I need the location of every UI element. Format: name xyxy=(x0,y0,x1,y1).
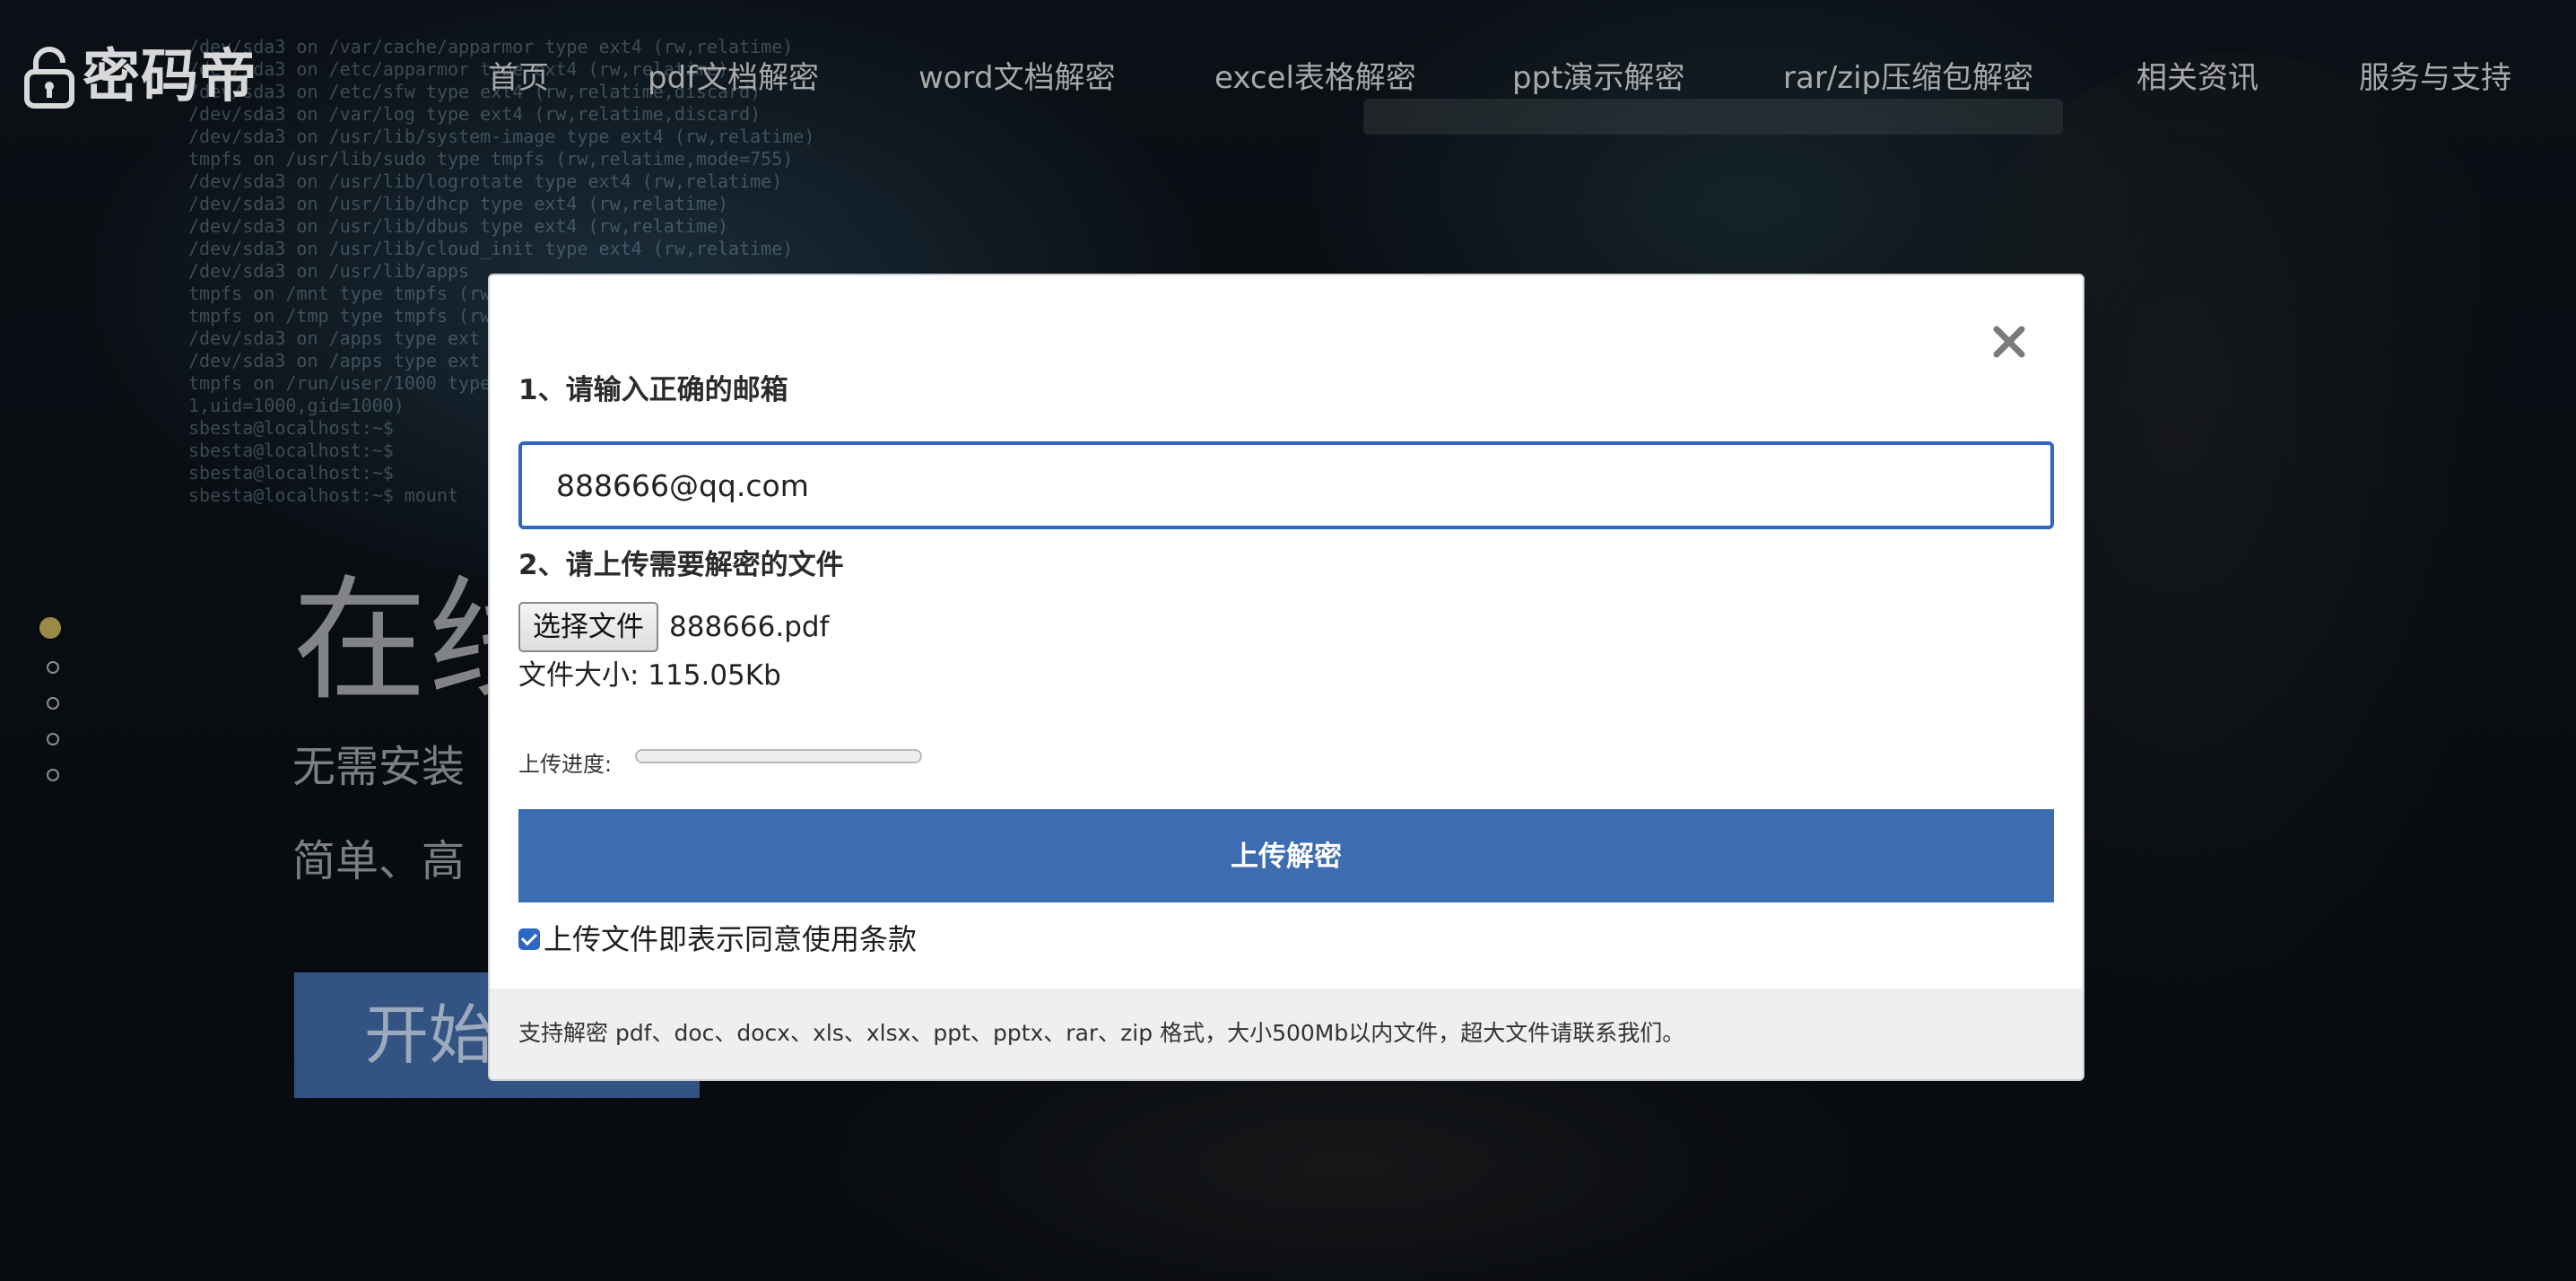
carousel-dot-2[interactable] xyxy=(47,661,59,674)
terms-checkbox[interactable] xyxy=(518,928,540,950)
hero-subtitle-2: 简单、高 xyxy=(292,836,466,886)
decrypt-upload-dialog: 1、请输入正确的邮箱 2、请上传需要解密的文件 选择文件 888666.pdf … xyxy=(488,274,2084,1081)
nav-item-support[interactable]: 服务与支持 xyxy=(2359,56,2511,100)
page-background: /dev/sda3 on /var/cache/apparmor type ex… xyxy=(0,0,2576,1281)
carousel-dot-5[interactable] xyxy=(47,769,59,781)
hero-subtitle-1: 无需安装 xyxy=(292,742,466,792)
carousel-dot-1[interactable] xyxy=(39,617,61,639)
logo-text: 密码帝 xyxy=(83,44,257,110)
supported-formats-note: 支持解密 pdf、doc、docx、xls、xlsx、ppt、pptx、rar、… xyxy=(490,989,2083,1079)
nav-item-ppt[interactable]: ppt演示解密 xyxy=(1512,56,1685,100)
nav-item-pdf[interactable]: pdf文档解密 xyxy=(648,56,819,100)
terms-label: 上传文件即表示同意使用条款 xyxy=(544,922,918,956)
monitor-backdrop-bar xyxy=(1363,99,2063,135)
upload-decrypt-button[interactable]: 上传解密 xyxy=(518,809,2054,902)
close-icon[interactable] xyxy=(1989,322,2029,362)
file-size-text: 文件大小: 115.05Kb xyxy=(518,659,781,692)
carousel-dot-4[interactable] xyxy=(47,733,59,745)
main-nav: 首页 pdf文档解密 word文档解密 excel表格解密 ppt演示解密 ra… xyxy=(466,56,2576,100)
nav-item-news[interactable]: 相关资讯 xyxy=(2137,56,2258,100)
email-step-label: 1、请输入正确的邮箱 xyxy=(518,374,788,406)
terms-agreement: 上传文件即表示同意使用条款 xyxy=(518,917,917,962)
email-field[interactable] xyxy=(518,441,2054,529)
nav-item-home[interactable]: 首页 xyxy=(488,56,549,100)
upload-progress-label: 上传进度: xyxy=(518,752,613,777)
nav-item-rar-zip[interactable]: rar/zip压缩包解密 xyxy=(1783,56,2033,100)
site-logo[interactable]: 密码帝 xyxy=(23,45,257,109)
selected-file-name: 888666.pdf xyxy=(669,611,830,643)
nav-item-word[interactable]: word文档解密 xyxy=(918,56,1116,100)
nav-item-excel[interactable]: excel表格解密 xyxy=(1214,56,1416,100)
choose-file-button[interactable]: 选择文件 xyxy=(518,602,658,652)
upload-progress-bar xyxy=(635,749,922,763)
lock-icon xyxy=(24,47,74,109)
carousel-dot-3[interactable] xyxy=(47,697,59,710)
file-step-label: 2、请上传需要解密的文件 xyxy=(518,549,844,581)
